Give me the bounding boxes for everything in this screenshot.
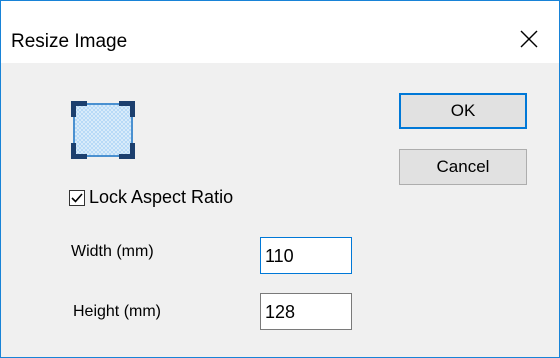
lock-aspect-ratio-label: Lock Aspect Ratio [89,187,234,207]
cancel-button[interactable]: Cancel [399,149,527,185]
close-icon [520,30,538,48]
ok-button[interactable]: OK [399,93,527,129]
width-label: Width (mm) [71,243,154,260]
resize-image-icon [71,101,135,159]
height-label: Height (mm) [73,303,162,320]
close-button[interactable] [499,15,559,63]
width-input[interactable]: 110 [260,237,352,274]
height-input[interactable]: 128 [260,293,352,330]
checkmark-icon [71,192,83,203]
title-bar: Resize Image [1,1,559,63]
lock-aspect-ratio-box[interactable] [69,189,85,206]
dialog-title: Resize Image [11,31,128,52]
resize-image-dialog: Resize Image Lock Aspect Ratio Width (mm… [0,0,560,358]
dialog-body: Lock Aspect Ratio Width (mm) 110 Height … [1,63,559,357]
lock-aspect-ratio-checkbox[interactable]: Lock Aspect Ratio [69,187,233,208]
